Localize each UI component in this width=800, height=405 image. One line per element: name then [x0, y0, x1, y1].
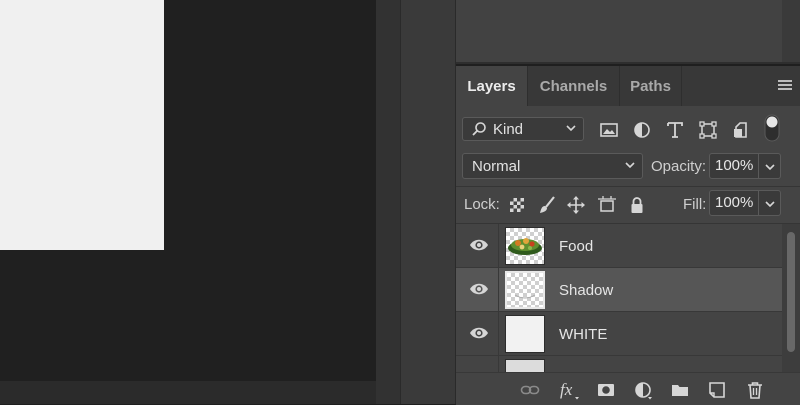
shadow-thumbnail-image: [514, 294, 536, 299]
document-canvas-area[interactable]: [0, 0, 376, 404]
canvas-gutter: [376, 0, 400, 404]
type-layer-filter-icon[interactable]: [664, 119, 686, 141]
search-icon: [472, 122, 486, 136]
adjustment-icon[interactable]: [633, 380, 653, 400]
layer-thumbnail[interactable]: [505, 359, 545, 372]
eye-icon[interactable]: [469, 325, 489, 341]
filter-toggle-switch[interactable]: [764, 114, 780, 142]
mask-icon[interactable]: [596, 380, 616, 400]
chevron-down-icon: [765, 201, 775, 208]
layer-filter-row: Kind: [456, 114, 800, 146]
fill-input[interactable]: 100%: [709, 190, 759, 216]
divider: [456, 186, 800, 187]
visibility-column-divider: [498, 312, 499, 356]
folder-icon[interactable]: [670, 380, 690, 400]
panel-tabs: Layers Channels Paths: [456, 66, 800, 106]
shape-layer-filter-icon[interactable]: [697, 119, 719, 141]
layer-row-food[interactable]: Food: [456, 224, 782, 268]
eye-icon[interactable]: [469, 281, 489, 297]
scrollbar-thumb[interactable]: [787, 232, 795, 352]
layers-vertical-scrollbar[interactable]: [782, 224, 800, 374]
layer-name[interactable]: Food: [559, 238, 593, 255]
blend-mode-select[interactable]: Normal: [462, 153, 643, 179]
eye-icon[interactable]: [469, 237, 489, 253]
blend-mode-value: Normal: [472, 158, 521, 175]
layers-bottom-bar: fx: [456, 372, 800, 405]
layer-row-partial[interactable]: [456, 356, 782, 372]
upper-panel-scrollbar[interactable]: [782, 0, 800, 62]
layer-row-white[interactable]: WHITE: [456, 312, 782, 356]
fill-dropdown-button[interactable]: [759, 190, 781, 216]
upper-panel: [456, 0, 800, 64]
trash-icon[interactable]: [745, 380, 765, 400]
layer-name[interactable]: WHITE: [559, 326, 607, 343]
food-thumbnail-image: [508, 238, 542, 255]
layer-thumbnail-shadow[interactable]: [505, 271, 545, 309]
new-layer-icon[interactable]: [707, 380, 727, 400]
pixel-layer-filter-icon[interactable]: [598, 119, 620, 141]
lock-row: Lock: Fill: 100%: [456, 189, 800, 219]
lock-label: Lock:: [464, 196, 500, 213]
filter-kind-select[interactable]: Kind: [462, 117, 584, 141]
horizontal-scrollbar[interactable]: [0, 381, 376, 404]
chevron-down-icon: [625, 162, 635, 169]
lock-artboard-icon[interactable]: [597, 195, 617, 215]
visibility-column-divider: [498, 356, 499, 372]
lock-all-icon[interactable]: [627, 195, 647, 215]
svg-text:fx: fx: [560, 380, 573, 399]
panel-dock-strip: [400, 0, 456, 404]
blend-row: Normal Opacity: 100%: [456, 152, 800, 182]
opacity-label: Opacity:: [651, 158, 707, 175]
tab-channels[interactable]: Channels: [528, 66, 620, 106]
fx-icon[interactable]: fx: [559, 380, 579, 400]
opacity-dropdown-button[interactable]: [759, 153, 781, 179]
visibility-column-divider: [498, 268, 499, 312]
layer-thumbnail-food[interactable]: [505, 227, 545, 265]
tab-layers[interactable]: Layers: [456, 66, 528, 106]
layer-row-shadow[interactable]: Shadow: [456, 268, 782, 312]
document-white-layer[interactable]: [0, 0, 164, 250]
link-icon[interactable]: [520, 380, 540, 400]
fill-label: Fill:: [683, 196, 707, 213]
lock-image-pixels-icon[interactable]: [537, 195, 557, 215]
lock-transparent-pixels-icon[interactable]: [507, 195, 527, 215]
opacity-input[interactable]: 100%: [709, 153, 759, 179]
layer-list: Food Shadow WHITE: [456, 224, 782, 372]
tab-paths[interactable]: Paths: [620, 66, 682, 106]
adjustment-layer-filter-icon[interactable]: [631, 119, 653, 141]
chevron-down-icon: [765, 164, 775, 171]
filter-kind-label: Kind: [493, 121, 524, 138]
smart-object-filter-icon[interactable]: [730, 119, 752, 141]
visibility-column-divider: [498, 224, 499, 268]
layer-name[interactable]: Shadow: [559, 282, 613, 299]
layers-panel: Layers Channels Paths Kind Normal Opacit…: [456, 66, 800, 405]
chevron-down-icon: [566, 125, 576, 132]
panel-menu-icon[interactable]: [778, 80, 792, 92]
lock-position-icon[interactable]: [566, 195, 586, 215]
upper-panel-content: [456, 0, 782, 62]
layer-thumbnail-white[interactable]: [505, 315, 545, 353]
